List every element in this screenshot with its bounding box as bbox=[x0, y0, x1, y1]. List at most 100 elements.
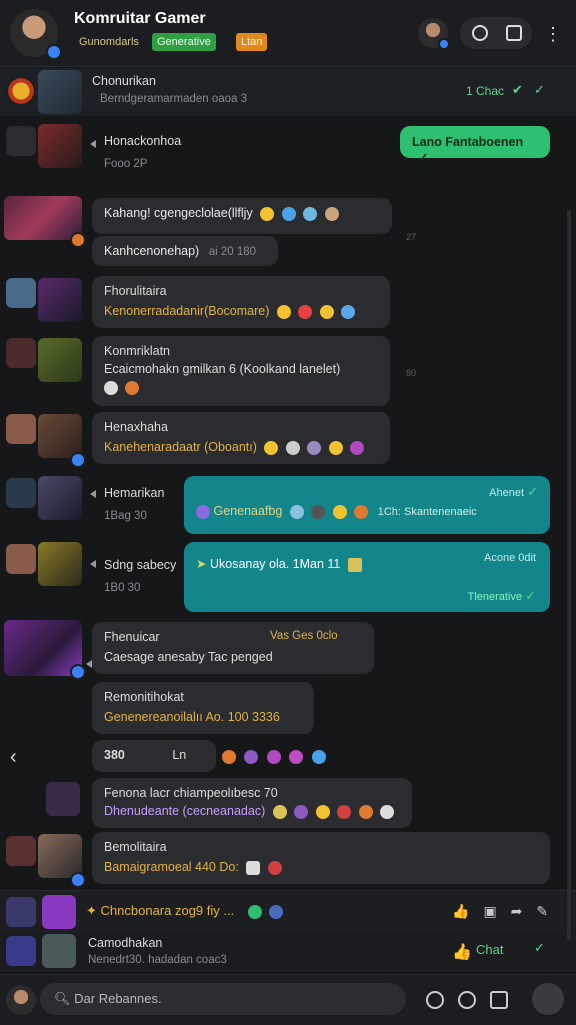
incoming-message[interactable]: Kahang! cgengeclolae(llfljy bbox=[92, 198, 392, 234]
check-icon: ✓ bbox=[418, 151, 429, 165]
input-placeholder: Dar Rebannes. bbox=[74, 991, 162, 1006]
verified-icon bbox=[70, 452, 86, 468]
star-emoji-icon bbox=[264, 440, 279, 455]
message-text: Kahang! cgengeclolae(llfljy bbox=[104, 206, 253, 220]
avatar[interactable] bbox=[6, 544, 36, 574]
like-icon[interactable]: 👍 bbox=[452, 903, 483, 919]
avatar bbox=[42, 895, 76, 929]
tag-ltan[interactable]: Ltan bbox=[236, 33, 268, 51]
reply-caret-icon bbox=[90, 560, 96, 568]
emoji-icon bbox=[350, 440, 365, 455]
badge-icon bbox=[6, 76, 36, 106]
emoji-icon bbox=[307, 440, 322, 455]
sender-name: Honackonhoa bbox=[104, 134, 182, 148]
message-text: Genenaafbg bbox=[213, 504, 283, 518]
row-status: Chat bbox=[476, 942, 504, 957]
emoji-icon bbox=[104, 380, 118, 395]
message-text: 380 bbox=[104, 748, 125, 762]
mic-button[interactable] bbox=[532, 983, 564, 1015]
verified-icon bbox=[46, 44, 62, 60]
copy-icon[interactable]: ▣ bbox=[483, 903, 510, 919]
emoji-picker-icon[interactable] bbox=[458, 991, 476, 1009]
emoji-icon bbox=[266, 749, 281, 764]
incoming-message[interactable]: Fhorulitaira Kenonerradadanir(Bocomare) bbox=[92, 276, 390, 328]
avatar[interactable] bbox=[6, 414, 36, 444]
message-title: Henaxhaha bbox=[104, 420, 168, 434]
like-icon[interactable]: 👍 bbox=[452, 942, 472, 962]
pinned-name: Chonurikan bbox=[92, 74, 156, 88]
message-time: Fooo 2P bbox=[104, 158, 148, 170]
message-group: ‹ 380 Ln bbox=[0, 740, 576, 774]
emoji-icon bbox=[341, 304, 356, 319]
pinned-chat-row[interactable]: Chonurikan Berndgeramarmaden oaoa 3 1 Ch… bbox=[0, 68, 576, 116]
incoming-message[interactable]: Kanhcenonehap) ai 20 180 bbox=[92, 236, 278, 266]
share-icon[interactable]: ➦ bbox=[511, 903, 537, 919]
message-footer: Tlenerative bbox=[467, 591, 523, 603]
emoji-icon bbox=[294, 804, 309, 819]
message-input[interactable]: 🔍︎ Dar Rebannes. bbox=[40, 983, 406, 1015]
outgoing-message[interactable]: Lano Fantaboenen ✓ bbox=[400, 126, 550, 165]
chat-list-row[interactable]: ✦ Chncbonara zog9 fiy ... 👍▣➦✎ bbox=[0, 890, 576, 933]
message-time: ai 20 180 bbox=[208, 246, 257, 258]
row-actions[interactable]: 👍▣➦✎ bbox=[452, 903, 562, 920]
avatar[interactable] bbox=[6, 278, 36, 308]
incoming-message[interactable]: Bemolitaira Bamaigramoeal 440 Do: bbox=[92, 832, 550, 884]
incoming-message[interactable]: Remonitihokat Genenereanoilalıı Ao. 100 … bbox=[92, 682, 314, 734]
message-extra: 1Ch: Skantenenaeic bbox=[377, 506, 477, 518]
sticker-icon[interactable] bbox=[426, 991, 444, 1009]
message-text: Kanehenaradaatr (Oboantı) bbox=[104, 440, 257, 454]
avatar[interactable] bbox=[6, 836, 36, 866]
message-group: Fenona lacr chiampeolıbesc 70 Dhenudeant… bbox=[0, 778, 576, 830]
more-menu-icon[interactable]: ⋮ bbox=[544, 24, 562, 44]
avatar[interactable] bbox=[46, 782, 80, 816]
message-text: Kenonerradadanir(Bocomare) bbox=[104, 304, 270, 318]
edit-icon[interactable]: ✎ bbox=[536, 903, 562, 919]
message-thumbnail bbox=[4, 196, 82, 240]
emoji-icon bbox=[222, 749, 236, 764]
tag-generative[interactable]: Generative bbox=[152, 33, 216, 51]
avatar bbox=[6, 936, 36, 966]
message-group: Kahang! cgengeclolae(llfljy Kanhcenoneha… bbox=[0, 192, 576, 272]
emoji-icon bbox=[337, 804, 352, 819]
emoji-icon bbox=[247, 904, 262, 919]
composer-bar: 🔍︎ Dar Rebannes. bbox=[0, 974, 576, 1025]
outgoing-message[interactable]: Ahenet ✓ Genenaafbg 1Ch: Skantenenaeic bbox=[184, 476, 550, 534]
self-avatar[interactable] bbox=[6, 985, 36, 1015]
scrollbar[interactable] bbox=[567, 210, 571, 940]
check-icon: ✔ bbox=[512, 82, 523, 97]
back-chevron-icon[interactable]: ‹ bbox=[10, 746, 17, 769]
message-title: Remonitihokat bbox=[104, 690, 184, 704]
message-time: 1Bag 30 bbox=[104, 510, 147, 522]
tag-gunomdarls: Gunomdarls bbox=[79, 36, 139, 48]
attach-icon[interactable] bbox=[490, 991, 508, 1009]
message-group: Fhorulitaira Kenonerradadanir(Bocomare) bbox=[0, 276, 576, 332]
incoming-message[interactable]: 380 Ln bbox=[92, 740, 216, 772]
header-actions bbox=[460, 17, 532, 49]
incoming-message[interactable]: Henaxhaha Kanehenaradaatr (Oboantı) bbox=[92, 412, 390, 464]
message-thumbnail bbox=[38, 476, 82, 520]
video-icon[interactable] bbox=[506, 25, 522, 41]
reply-caret-icon bbox=[90, 490, 96, 498]
message-time: 1B0 30 bbox=[104, 582, 141, 594]
message-group: Konmriklatn Ecaicmohakn gmilkan 6 (Koolk… bbox=[0, 336, 576, 408]
status-icon bbox=[70, 232, 86, 248]
emoji-icon bbox=[319, 304, 334, 319]
emoji-icon bbox=[332, 504, 347, 519]
chat-list-row[interactable]: Camodhakan Nenedrt30. hadadan coac3 👍 Ch… bbox=[0, 932, 576, 972]
outgoing-message[interactable]: Acone 0dit ➤ Ukosanay ola. 1Man 11 Tlene… bbox=[184, 542, 550, 612]
search-icon[interactable] bbox=[472, 25, 488, 41]
incoming-message[interactable]: Fhenuicar Vas Ges 0clo Caesage anesaby T… bbox=[92, 622, 374, 674]
pinned-thumbnail bbox=[38, 70, 82, 114]
emoji-icon bbox=[324, 206, 339, 221]
message-title: Fhorulitaira bbox=[104, 284, 167, 298]
message-status: Acone 0dit bbox=[484, 552, 536, 564]
pinned-preview: Berndgeramarmaden oaoa 3 bbox=[100, 93, 248, 105]
incoming-message[interactable]: Fenona lacr chiampeolıbesc 70 Dhenudeant… bbox=[92, 778, 412, 828]
emoji-icon bbox=[269, 904, 284, 919]
emoji-icon bbox=[315, 804, 330, 819]
side-timestamp: 80 bbox=[406, 368, 417, 378]
incoming-message[interactable]: Konmriklatn Ecaicmohakn gmilkan 6 (Koolk… bbox=[92, 336, 390, 406]
avatar[interactable] bbox=[6, 338, 36, 368]
message-title: Konmriklatn bbox=[104, 344, 170, 358]
emoji-icon bbox=[347, 557, 362, 572]
